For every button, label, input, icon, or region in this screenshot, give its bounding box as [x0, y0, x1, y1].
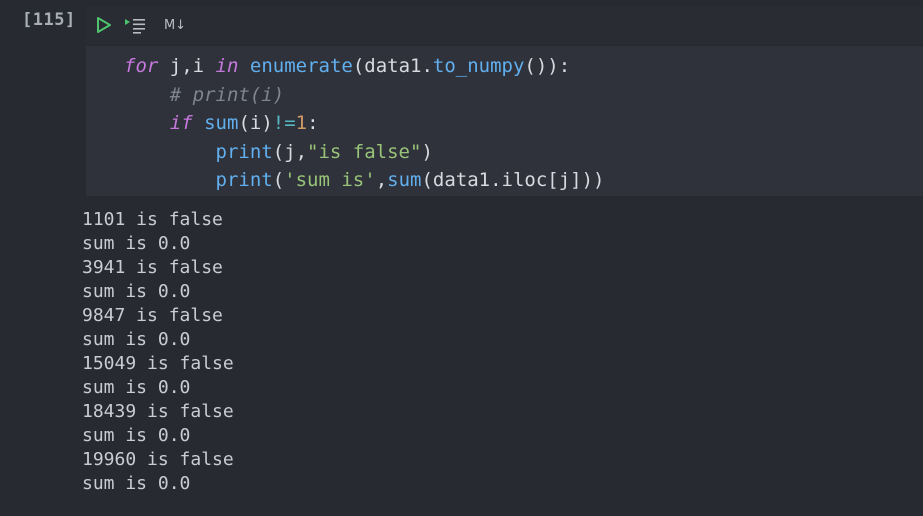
- output-line: 3941 is false: [82, 257, 223, 278]
- code-line[interactable]: # print(i): [124, 84, 284, 106]
- output-line: 9847 is false: [82, 305, 223, 326]
- code-token: ): [421, 140, 433, 163]
- output-line: sum is 0.0: [82, 473, 191, 494]
- output-line: 18439 is false: [82, 401, 234, 422]
- run-below-icon: [125, 19, 145, 34]
- code-token: print: [215, 140, 273, 163]
- run-below-button[interactable]: [124, 14, 148, 36]
- markdown-toggle-button[interactable]: M↓: [162, 14, 188, 36]
- execution-count: [115]: [22, 10, 76, 30]
- code-token: !=: [272, 112, 296, 134]
- output-line: sum is 0.0: [82, 329, 191, 350]
- code-token: (: [272, 169, 285, 191]
- code-line[interactable]: print('sum is',sum(data1.iloc[j])): [124, 169, 605, 191]
- code-token: if: [169, 112, 193, 134]
- output-line: sum is 0.0: [82, 233, 191, 254]
- output-line: 1101 is false: [82, 209, 223, 230]
- code-line[interactable]: for j,i in enumerate(data1.to_numpy()):: [124, 55, 570, 77]
- cell-toolbar: M↓: [86, 6, 923, 44]
- code-token: "is false": [307, 140, 422, 163]
- code-token: sum: [204, 112, 239, 134]
- code-token: 'sum is': [284, 169, 376, 191]
- code-line[interactable]: print(j,"is false"): [124, 141, 433, 163]
- code-token: (data1.: [352, 55, 433, 77]
- code-token: ()):: [524, 55, 571, 77]
- output-line: sum is 0.0: [82, 425, 191, 446]
- run-triangle-icon: [97, 17, 111, 33]
- code-token: (i): [238, 112, 273, 134]
- code-token: to_numpy: [432, 55, 525, 77]
- code-token: 1: [295, 112, 308, 134]
- output-line: 19960 is false: [82, 449, 234, 470]
- cell-output: 1101 is false sum is 0.0 3941 is false sum …: [82, 208, 234, 496]
- code-token: # print(i): [169, 83, 285, 106]
- output-line: 15049 is false: [82, 353, 234, 374]
- code-line[interactable]: if sum(i)!=1:: [124, 112, 319, 134]
- code-token: in: [215, 55, 239, 77]
- code-token: (data1.iloc[j])): [421, 169, 605, 191]
- code-token: :: [307, 112, 319, 134]
- code-token: for: [124, 55, 159, 77]
- code-editor[interactable]: for j,i in enumerate(data1.to_numpy()): …: [86, 46, 923, 196]
- output-line: sum is 0.0: [82, 281, 191, 302]
- code-token: (j,: [272, 140, 308, 163]
- code-token: j,i: [158, 55, 216, 77]
- code-block[interactable]: for j,i in enumerate(data1.to_numpy()): …: [124, 52, 605, 195]
- code-token: print: [215, 169, 273, 191]
- run-cell-button[interactable]: [95, 14, 113, 36]
- code-token: sum: [387, 169, 422, 191]
- code-token: ,: [375, 169, 388, 191]
- code-token: enumerate: [249, 55, 353, 77]
- notebook-cell: [115] M↓ for j,i in enumerate(data1.to_n…: [0, 0, 923, 516]
- output-line: sum is 0.0: [82, 377, 191, 398]
